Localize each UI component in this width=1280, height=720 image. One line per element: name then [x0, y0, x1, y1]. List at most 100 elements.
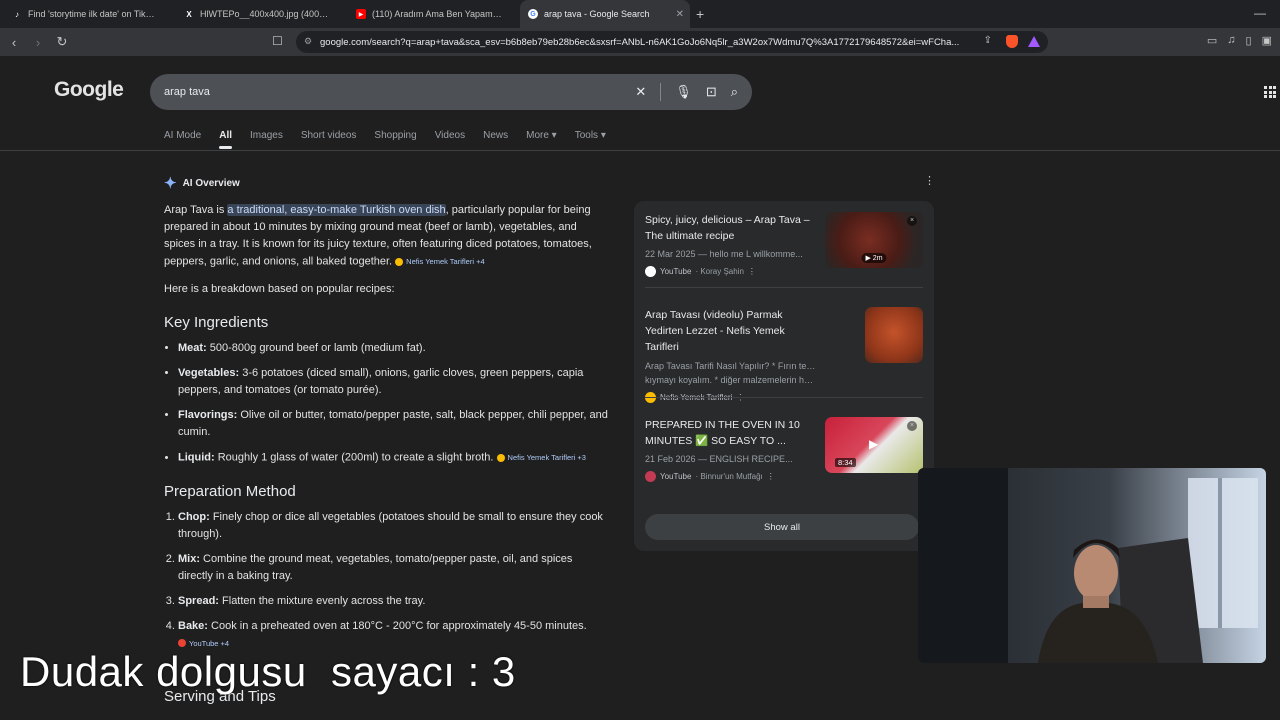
- source-title[interactable]: Spicy, juicy, delicious – Arap Tava – Th…: [645, 212, 819, 244]
- avatar: [645, 471, 656, 482]
- ai-overview-title: AI Overview: [182, 177, 240, 189]
- address-bar[interactable]: ⚙ google.com/search?q=arap+tava&sca_esv=…: [296, 31, 1048, 53]
- source-favicon-icon: [395, 257, 404, 266]
- source-channel: · Koray Şahin: [695, 267, 744, 276]
- tab-news[interactable]: News: [483, 130, 508, 141]
- item-value: Cook in a preheated oven at 180°C - 200°…: [207, 619, 587, 632]
- divider: [645, 287, 923, 288]
- google-icon: G: [528, 9, 538, 19]
- apps-grid-icon[interactable]: [1264, 86, 1276, 98]
- tab-more[interactable]: More ▾: [526, 130, 557, 141]
- ai-overview-header: ✦ AI Overview: [164, 174, 240, 192]
- search-input[interactable]: arap tava ✕ 🎙︎ ⊡ ⌕: [150, 74, 752, 110]
- item-value: 3-6 potatoes (diced small), onions, garl…: [178, 367, 584, 397]
- item-value: 500-800g ground beef or lamb (medium fat…: [206, 342, 426, 355]
- recipe-thumbnail[interactable]: [865, 307, 923, 363]
- tab-title: HlWTEPo__400x400.jpg (400×400): [200, 9, 330, 19]
- browser-tab-google[interactable]: G arap tava - Google Search ✕: [520, 0, 690, 28]
- tab-short-videos[interactable]: Short videos: [301, 130, 357, 141]
- video-thumbnail[interactable]: × 8:34 ▶: [825, 417, 923, 473]
- google-results-page: Google arap tava ✕ 🎙︎ ⊡ ⌕ AI Mode All Im…: [0, 56, 1280, 720]
- search-icon[interactable]: ⌕: [731, 84, 738, 100]
- source-snippet: Arap Tavası Tarifi Nasıl Yapılır? * Fırı…: [645, 361, 817, 371]
- method-list: Chop: Finely chop or dice all vegetables…: [164, 509, 608, 652]
- cast-icon[interactable]: ▭: [1207, 34, 1217, 47]
- list-item: Flavorings: Olive oil or butter, tomato/…: [178, 407, 608, 441]
- highlighted-text[interactable]: a traditional, easy-to-make Turkish oven…: [227, 204, 446, 216]
- source-snippet-2: kıymayı koyalım. * diğer malzemelerin he…: [645, 375, 817, 385]
- list-item: Meat: 500-800g ground beef or lamb (medi…: [178, 340, 608, 357]
- item-key: Chop:: [178, 510, 210, 523]
- more-options-icon[interactable]: ⋮: [924, 174, 935, 187]
- item-key: Spread:: [178, 594, 219, 607]
- source-favicon-icon: [496, 453, 505, 462]
- show-all-button[interactable]: Show all: [645, 514, 919, 540]
- share-icon[interactable]: ⇪: [984, 35, 992, 46]
- source-channel: · Binnur'un Mutfağı: [695, 472, 763, 481]
- toolbar-right-icons: ▭ ♫ ▯ ▣: [1207, 34, 1272, 47]
- list-item: Spread: Flatten the mixture evenly acros…: [178, 593, 608, 610]
- browser-tab-youtube[interactable]: ▶ (110) Aradım Ama Ben Yapamam - Y: [348, 0, 520, 28]
- source-card[interactable]: PREPARED IN THE OVEN IN 10 MINUTES ✅ SO …: [645, 417, 923, 482]
- close-icon[interactable]: ×: [907, 421, 917, 431]
- more-options-icon[interactable]: ⋮: [767, 472, 775, 481]
- tab-title: Find 'storytime ilk date' on TikTok | T: [28, 9, 158, 19]
- ingredients-list: Meat: 500-800g ground beef or lamb (medi…: [164, 340, 608, 466]
- browser-tab-tiktok[interactable]: ♪ Find 'storytime ilk date' on TikTok | …: [4, 0, 176, 28]
- source-title[interactable]: PREPARED IN THE OVEN IN 10 MINUTES ✅ SO …: [645, 417, 819, 449]
- divider: [660, 83, 662, 101]
- google-logo[interactable]: Google: [54, 78, 124, 102]
- site-info-icon[interactable]: ⚙: [304, 36, 312, 47]
- source-card[interactable]: Arap Tavası (videolu) Parmak Yedirten Le…: [645, 307, 923, 403]
- tab-title: arap tava - Google Search: [544, 9, 650, 19]
- item-value: Olive oil or butter, tomato/pepper paste…: [178, 409, 608, 439]
- source-card[interactable]: Spicy, juicy, delicious – Arap Tava – Th…: [645, 212, 923, 277]
- search-query: arap tava: [164, 86, 210, 98]
- sidebar-icon[interactable]: ▯: [1246, 34, 1252, 47]
- lens-icon[interactable]: ⊡: [706, 84, 717, 100]
- tab-tools[interactable]: Tools ▾: [575, 130, 606, 141]
- browser-toolbar: ‹ › ↻ ☐ ⚙ google.com/search?q=arap+tava&…: [0, 28, 1280, 56]
- more-options-icon[interactable]: ⋮: [748, 267, 756, 276]
- tab-all[interactable]: All: [219, 130, 232, 149]
- source-title[interactable]: Arap Tavası (videolu) Parmak Yedirten Le…: [645, 307, 819, 355]
- item-key: Liquid:: [178, 451, 215, 464]
- reload-icon[interactable]: ↻: [52, 34, 72, 50]
- clear-icon[interactable]: ✕: [635, 84, 646, 100]
- minimize-icon[interactable]: —: [1254, 6, 1266, 20]
- bookmark-icon[interactable]: ☐: [272, 34, 283, 48]
- item-key: Meat:: [178, 342, 207, 355]
- source-chip[interactable]: Nefis Yemek Tarifleri +3: [496, 449, 586, 466]
- microphone-icon[interactable]: 🎙︎: [675, 84, 692, 100]
- new-tab-button[interactable]: +: [696, 6, 704, 22]
- source-chip-label: Nefis Yemek Tarifleri +4: [406, 257, 485, 266]
- media-icon[interactable]: ♫: [1227, 34, 1235, 47]
- video-thumbnail[interactable]: × ▶ 2m: [825, 212, 923, 268]
- tab-videos[interactable]: Videos: [435, 130, 465, 141]
- tiktok-icon: ♪: [15, 9, 19, 19]
- intro-paragraph: Arap Tava is a traditional, easy-to-make…: [164, 202, 608, 270]
- x-icon: X: [186, 9, 192, 19]
- close-tab-icon[interactable]: ✕: [676, 9, 684, 20]
- extensions-icon[interactable]: ▣: [1262, 34, 1272, 47]
- brave-rewards-icon[interactable]: [1028, 36, 1040, 47]
- item-key: Flavorings:: [178, 409, 238, 422]
- source-snippet: 21 Feb 2026 — ENGLISH RECIPE...: [645, 454, 793, 464]
- forward-icon[interactable]: ›: [28, 35, 48, 50]
- back-icon[interactable]: ‹: [4, 35, 24, 50]
- browser-tab-image[interactable]: X HlWTEPo__400x400.jpg (400×400): [176, 0, 348, 28]
- browser-tab-strip: ♪ Find 'storytime ilk date' on TikTok | …: [0, 0, 1280, 28]
- item-key: Bake:: [178, 619, 208, 632]
- tab-shopping[interactable]: Shopping: [374, 130, 416, 141]
- item-key: Mix:: [178, 552, 200, 565]
- duration-badge: 8:34: [835, 458, 856, 467]
- list-item: Mix: Combine the ground meat, vegetables…: [178, 551, 608, 585]
- list-item: Liquid: Roughly 1 glass of water (200ml)…: [178, 449, 608, 466]
- stream-caption: Dudak dolgusu sayacı : 3: [20, 648, 516, 695]
- brave-shield-icon[interactable]: [1006, 35, 1018, 48]
- sources-panel: Spicy, juicy, delicious – Arap Tava – Th…: [634, 201, 934, 551]
- source-chip[interactable]: Nefis Yemek Tarifleri +4: [395, 253, 485, 270]
- close-icon[interactable]: ×: [907, 216, 917, 226]
- tab-images[interactable]: Images: [250, 130, 283, 141]
- tab-ai-mode[interactable]: AI Mode: [164, 130, 201, 141]
